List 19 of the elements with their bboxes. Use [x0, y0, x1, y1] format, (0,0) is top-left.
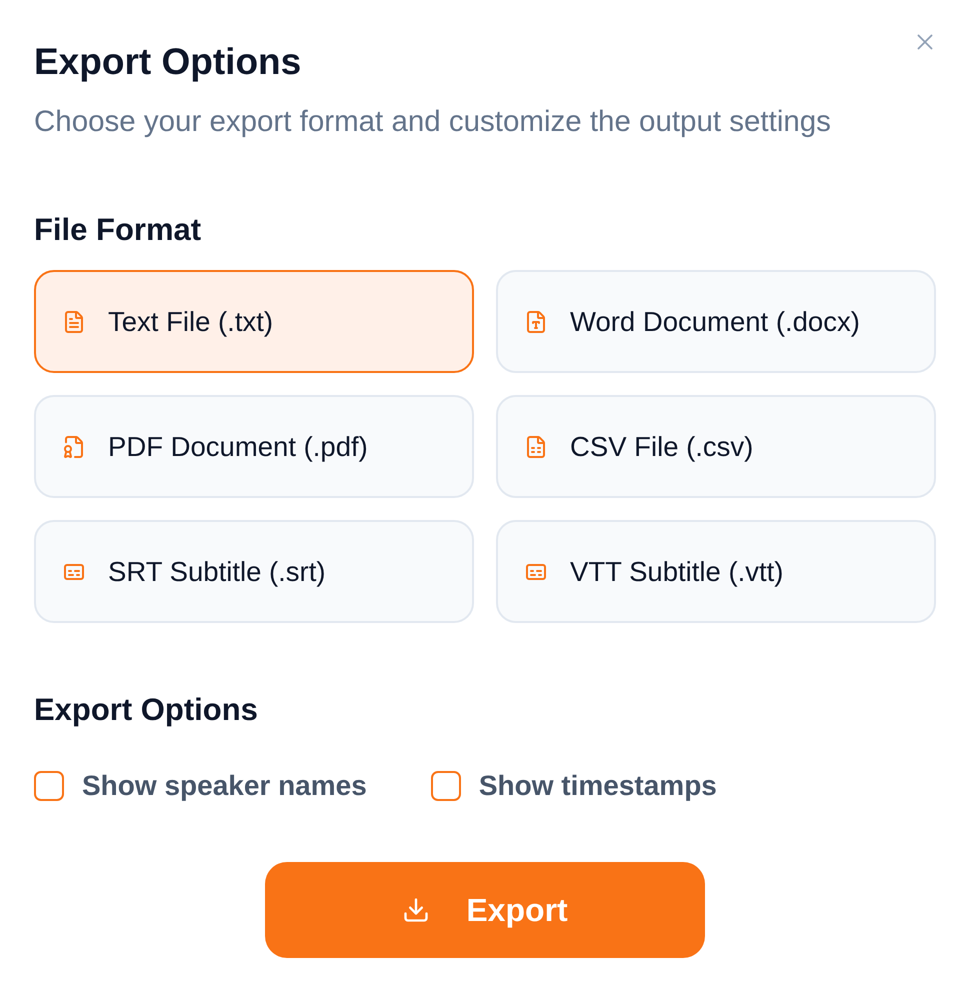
format-option[interactable]: Text File (.txt): [34, 270, 474, 373]
checkbox-label: Show speaker names: [82, 769, 367, 803]
dialog-title: Export Options: [34, 40, 302, 84]
format-option[interactable]: PDF Document (.pdf): [34, 395, 474, 498]
document-lines-icon: [62, 310, 86, 334]
spreadsheet-icon: [524, 434, 548, 458]
checkbox[interactable]: [34, 771, 64, 801]
section-heading: File Format: [34, 212, 202, 248]
format-option[interactable]: CSV File (.csv): [496, 395, 936, 498]
document-badge-icon: [62, 434, 86, 458]
document-letter-icon: [524, 310, 548, 334]
format-option[interactable]: SRT Subtitle (.srt): [34, 520, 474, 623]
checkbox[interactable]: [430, 771, 461, 801]
format-option[interactable]: Word Document (.docx): [496, 270, 936, 373]
section-heading: Export Options: [34, 692, 258, 728]
checkbox-label: Show timestamps: [478, 769, 717, 803]
format-option[interactable]: VTT Subtitle (.vtt): [496, 520, 936, 623]
dialog-subtitle: Choose your export format and customize the output settings: [34, 104, 831, 140]
download-icon: [402, 896, 430, 924]
